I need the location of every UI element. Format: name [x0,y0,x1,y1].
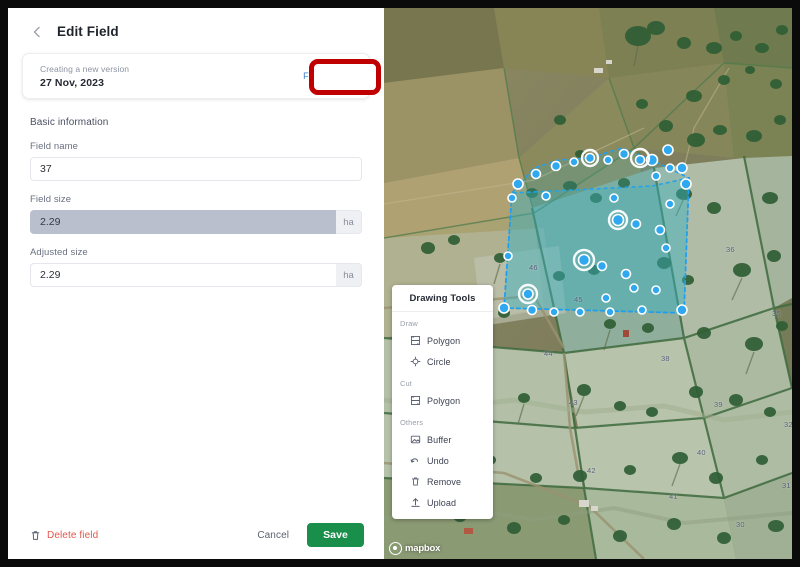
buffer-icon [410,434,421,445]
upload-icon [410,497,421,508]
polygon-icon [410,395,421,406]
page-title: Edit Field [57,24,119,39]
circle-target-icon [410,356,421,367]
tool-item-label: Undo [427,455,449,466]
edit-field-panel: Edit Field Creating a new version 27 Nov… [8,8,384,559]
drawing-tools-group-label: Others [400,418,424,427]
app-window: Edit Field Creating a new version 27 Nov… [8,8,792,559]
delete-field-label: Delete field [47,529,99,541]
tool-item-label: Polygon [427,395,461,406]
field-size-unit: ha [336,210,362,234]
field-name-group: Field name 37 [30,141,362,181]
tool-item-others-buffer[interactable]: Buffer [392,429,493,450]
trash-icon [410,476,421,487]
map-view[interactable]: 46 45 44 36 35 38 43 42 41 40 39 32 31 30 Drawing Too… [384,8,792,559]
adjusted-size-label: Adjusted size [30,247,88,258]
version-date: 27 Nov, 2023 [40,76,105,89]
undo-icon [410,455,421,466]
tool-item-label: Upload [427,497,457,508]
field-name-row: 37 [30,157,362,181]
adjusted-size-input[interactable]: 2.29 [30,263,336,287]
tool-item-label: Circle [427,356,451,367]
mapbox-mark-icon [389,542,402,555]
drawing-tools-title: Drawing Tools [392,285,493,312]
tool-item-cut-polygon[interactable]: Polygon [392,390,493,411]
tool-item-draw-circle[interactable]: Circle [392,351,493,372]
tool-item-label: Buffer [427,434,452,445]
screenshot-frame: Edit Field Creating a new version 27 Nov… [0,0,800,567]
tool-item-draw-polygon[interactable]: Polygon [392,330,493,351]
drawing-tools-group-label: Cut [400,379,412,388]
field-size-row: 2.29 ha [30,210,362,234]
footer-actions: Cancel Save [253,523,364,547]
tool-item-label: Remove [427,476,462,487]
field-size-input[interactable]: 2.29 [30,210,336,234]
polygon-icon [410,335,421,346]
tool-item-others-undo[interactable]: Undo [392,450,493,471]
field-size-group: Field size 2.29 ha [30,194,362,234]
chevron-left-icon[interactable] [30,25,44,39]
field-name-label: Field name [30,141,78,152]
field-name-input[interactable]: 37 [30,157,362,181]
adjusted-size-row: 2.29 ha [30,263,362,287]
tool-item-others-remove[interactable]: Remove [392,471,493,492]
basic-information-form: Field name 37 Field size 2.29 ha Adjuste… [30,141,362,287]
drawing-tools-groups: Draw Polygon Circle Cut Polygon Others Buffer U… [392,312,493,513]
tool-item-others-upload[interactable]: Upload [392,492,493,513]
drawing-tools-group-label: Draw [400,319,418,328]
adjusted-size-unit: ha [336,263,362,287]
save-button[interactable]: Save [307,523,364,547]
basic-information-heading: Basic information [30,117,109,128]
panel-header: Edit Field [8,8,384,39]
version-subtitle: Creating a new version [40,63,130,74]
field-size-label: Field size [30,194,72,205]
mapbox-wordmark: mapbox [405,543,441,554]
tool-item-label: Polygon [427,335,461,346]
cancel-button[interactable]: Cancel [253,526,293,545]
mapbox-logo[interactable]: mapbox [389,542,440,555]
trash-icon [30,530,41,541]
drawing-tools-panel[interactable]: Drawing Tools Draw Polygon Circle Cut Polygo… [392,285,493,519]
delete-field-button[interactable]: Delete field [30,530,98,541]
adjusted-size-group: Adjusted size 2.29 ha [30,247,362,287]
field-history-highlight-bg [314,64,376,90]
panel-footer: Delete field Cancel Save [8,511,384,559]
version-info: Creating a new version 27 Nov, 2023 [40,64,129,89]
